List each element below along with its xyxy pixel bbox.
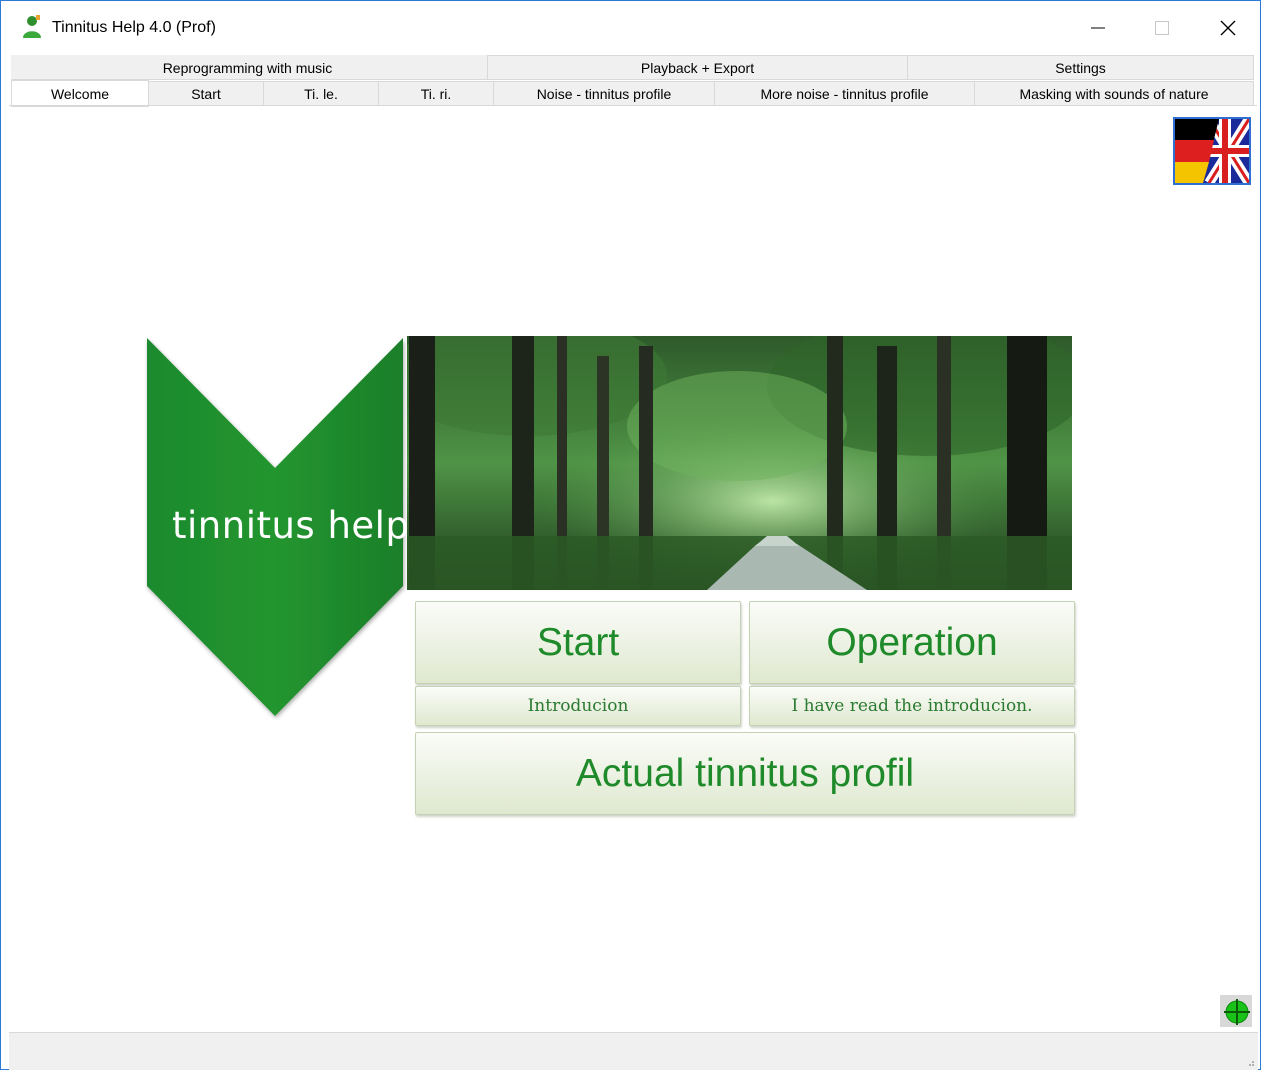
- operation-button[interactable]: Operation: [749, 601, 1075, 684]
- minimize-icon: [1091, 27, 1105, 29]
- introduction-button[interactable]: Introducion: [415, 686, 741, 726]
- minimize-button[interactable]: [1075, 2, 1121, 54]
- tab-masking-nature[interactable]: Masking with sounds of nature: [974, 81, 1254, 106]
- status-bar: [9, 1032, 1258, 1070]
- title-bar: Tinnitus Help 4.0 (Prof): [1, 1, 1260, 53]
- tab-ti-le[interactable]: Ti. le.: [263, 81, 379, 106]
- tinnitus-profile-button[interactable]: Actual tinnitus profil: [415, 732, 1075, 815]
- tab-start[interactable]: Start: [148, 81, 264, 106]
- tab-group-settings[interactable]: Settings: [907, 55, 1254, 80]
- logo-text: tinnitus help: [172, 504, 410, 547]
- tab-label: Noise - tinnitus profile: [536, 85, 672, 102]
- forest-road-image: [407, 336, 1072, 590]
- app-person-icon: [23, 15, 41, 38]
- read-introduction-button[interactable]: I have read the introducion.: [749, 686, 1075, 726]
- tinnitus-profile-button-label: Actual tinnitus profil: [575, 751, 915, 795]
- tab-row: Welcome Start Ti. le. Ti. ri. Noise - ti…: [11, 80, 1254, 107]
- tab-label: Ti. ri.: [420, 85, 452, 102]
- tab-noise-profile[interactable]: Noise - tinnitus profile: [493, 81, 715, 106]
- tab-group-label: Reprogramming with music: [162, 59, 333, 76]
- tab-ti-ri[interactable]: Ti. ri.: [378, 81, 494, 106]
- tab-group-reprogramming[interactable]: Reprogramming with music: [11, 55, 488, 80]
- tab-group-row: Reprogramming with music Playback + Expo…: [11, 55, 1254, 80]
- tab-group-label: Playback + Export: [640, 59, 755, 76]
- tab-label: Start: [191, 85, 221, 102]
- close-icon: [1220, 20, 1236, 36]
- tab-group-playback-export[interactable]: Playback + Export: [487, 55, 908, 80]
- tab-more-noise-profile[interactable]: More noise - tinnitus profile: [714, 81, 975, 106]
- read-introduction-button-label: I have read the introducion.: [791, 696, 1033, 716]
- language-flag-button[interactable]: [1173, 117, 1251, 185]
- start-button[interactable]: Start: [415, 601, 741, 684]
- tab-label: More noise - tinnitus profile: [760, 85, 929, 102]
- de-uk-flag-icon: [1175, 119, 1249, 183]
- tab-label: Masking with sounds of nature: [1019, 85, 1209, 102]
- tab-label: Ti. le.: [304, 85, 338, 102]
- tab-label: Welcome: [50, 85, 110, 102]
- start-button-label: Start: [536, 620, 620, 664]
- maximize-button[interactable]: [1139, 2, 1185, 54]
- tab-welcome[interactable]: Welcome: [11, 80, 149, 107]
- maximize-icon: [1155, 21, 1169, 35]
- resize-grip-icon[interactable]: [1245, 1057, 1255, 1067]
- tab-pane-border: [9, 105, 1257, 106]
- operation-button-label: Operation: [826, 620, 998, 664]
- close-button[interactable]: [1205, 2, 1251, 54]
- network-status-icon[interactable]: [1220, 995, 1252, 1027]
- introduction-button-label: Introducion: [527, 696, 629, 716]
- window-title: Tinnitus Help 4.0 (Prof): [52, 19, 216, 36]
- tab-group-label: Settings: [1055, 59, 1106, 76]
